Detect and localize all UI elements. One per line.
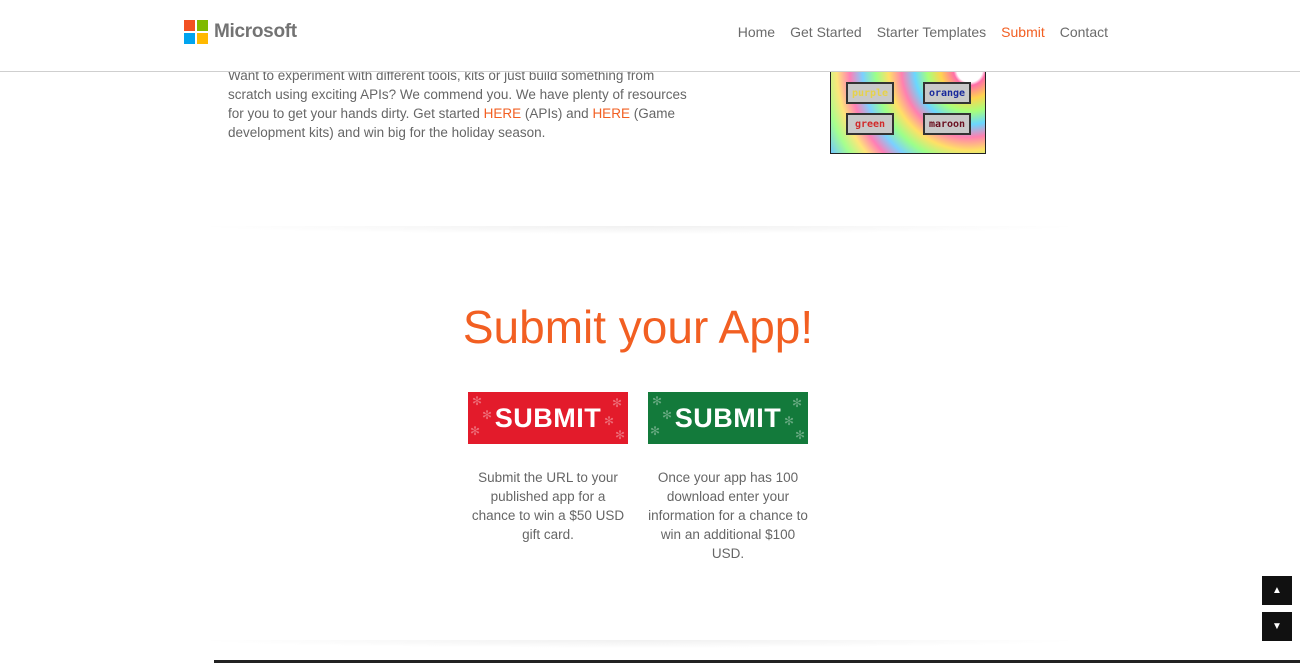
main-nav: Home Get Started Starter Templates Submi… bbox=[738, 24, 1108, 40]
snowflake-icon: ✻ bbox=[614, 428, 625, 442]
color-box-maroon: maroon bbox=[923, 113, 971, 135]
nav-home[interactable]: Home bbox=[738, 24, 775, 40]
microsoft-logo[interactable]: Microsoft bbox=[184, 20, 297, 44]
nav-starter-templates[interactable]: Starter Templates bbox=[877, 24, 986, 40]
color-box-green: green bbox=[846, 113, 894, 135]
site-header: Microsoft Home Get Started Starter Templ… bbox=[0, 0, 1300, 72]
arrow-up-icon: ▲ bbox=[1272, 585, 1282, 596]
snowflake-icon: ✻ bbox=[611, 396, 622, 410]
brand-name: Microsoft bbox=[214, 21, 297, 42]
color-word: purple bbox=[851, 87, 889, 99]
snowflake-icon: ✻ bbox=[650, 424, 661, 438]
snowflake-icon: ✻ bbox=[472, 394, 483, 408]
submit-label: SUBMIT bbox=[674, 402, 782, 433]
section-divider bbox=[190, 640, 1090, 648]
color-game-thumbnail: purple orange green maroon bbox=[830, 60, 986, 154]
submit-label: SUBMIT bbox=[494, 402, 602, 433]
color-word: maroon bbox=[928, 118, 966, 130]
snowflake-icon: ✻ bbox=[791, 396, 802, 410]
submit-url-button[interactable]: ✻ ✻ ✻ ✻ ✻ ✻ SUBMIT bbox=[468, 392, 628, 444]
nav-contact[interactable]: Contact bbox=[1060, 24, 1108, 40]
section-divider bbox=[190, 226, 1090, 234]
snowflake-icon: ✻ bbox=[482, 408, 493, 422]
color-word: orange bbox=[928, 87, 966, 99]
color-box-purple: purple bbox=[846, 82, 894, 104]
intro-paragraph: Want to experiment with different tools,… bbox=[228, 66, 693, 142]
scroll-up-button[interactable]: ▲ bbox=[1262, 576, 1292, 605]
snowflake-icon: ✻ bbox=[470, 424, 481, 438]
submit-info-button[interactable]: ✻ ✻ ✻ ✻ ✻ ✻ SUBMIT bbox=[648, 392, 808, 444]
snowflake-icon: ✻ bbox=[603, 414, 614, 428]
submit-info-description: Once your app has 100 download enter you… bbox=[648, 470, 808, 561]
arrow-down-icon: ▼ bbox=[1272, 621, 1282, 632]
submit-title: Submit your App! bbox=[462, 301, 814, 353]
apis-link[interactable]: HERE bbox=[484, 106, 522, 121]
submit-url-description: Submit the URL to your published app for… bbox=[471, 470, 625, 542]
snowflake-icon: ✻ bbox=[794, 428, 805, 442]
nav-get-started[interactable]: Get Started bbox=[790, 24, 862, 40]
scroll-down-button[interactable]: ▼ bbox=[1262, 612, 1292, 641]
color-box-orange: orange bbox=[923, 82, 971, 104]
nav-submit[interactable]: Submit bbox=[1001, 24, 1045, 40]
intro-text-2: (APIs) and bbox=[521, 106, 593, 121]
snowflake-icon: ✻ bbox=[783, 414, 794, 428]
snowflake-icon: ✻ bbox=[662, 408, 673, 422]
snowflake-icon: ✻ bbox=[652, 394, 663, 408]
color-word: green bbox=[854, 118, 886, 130]
game-kits-link[interactable]: HERE bbox=[592, 106, 630, 121]
microsoft-logo-icon bbox=[184, 20, 208, 44]
